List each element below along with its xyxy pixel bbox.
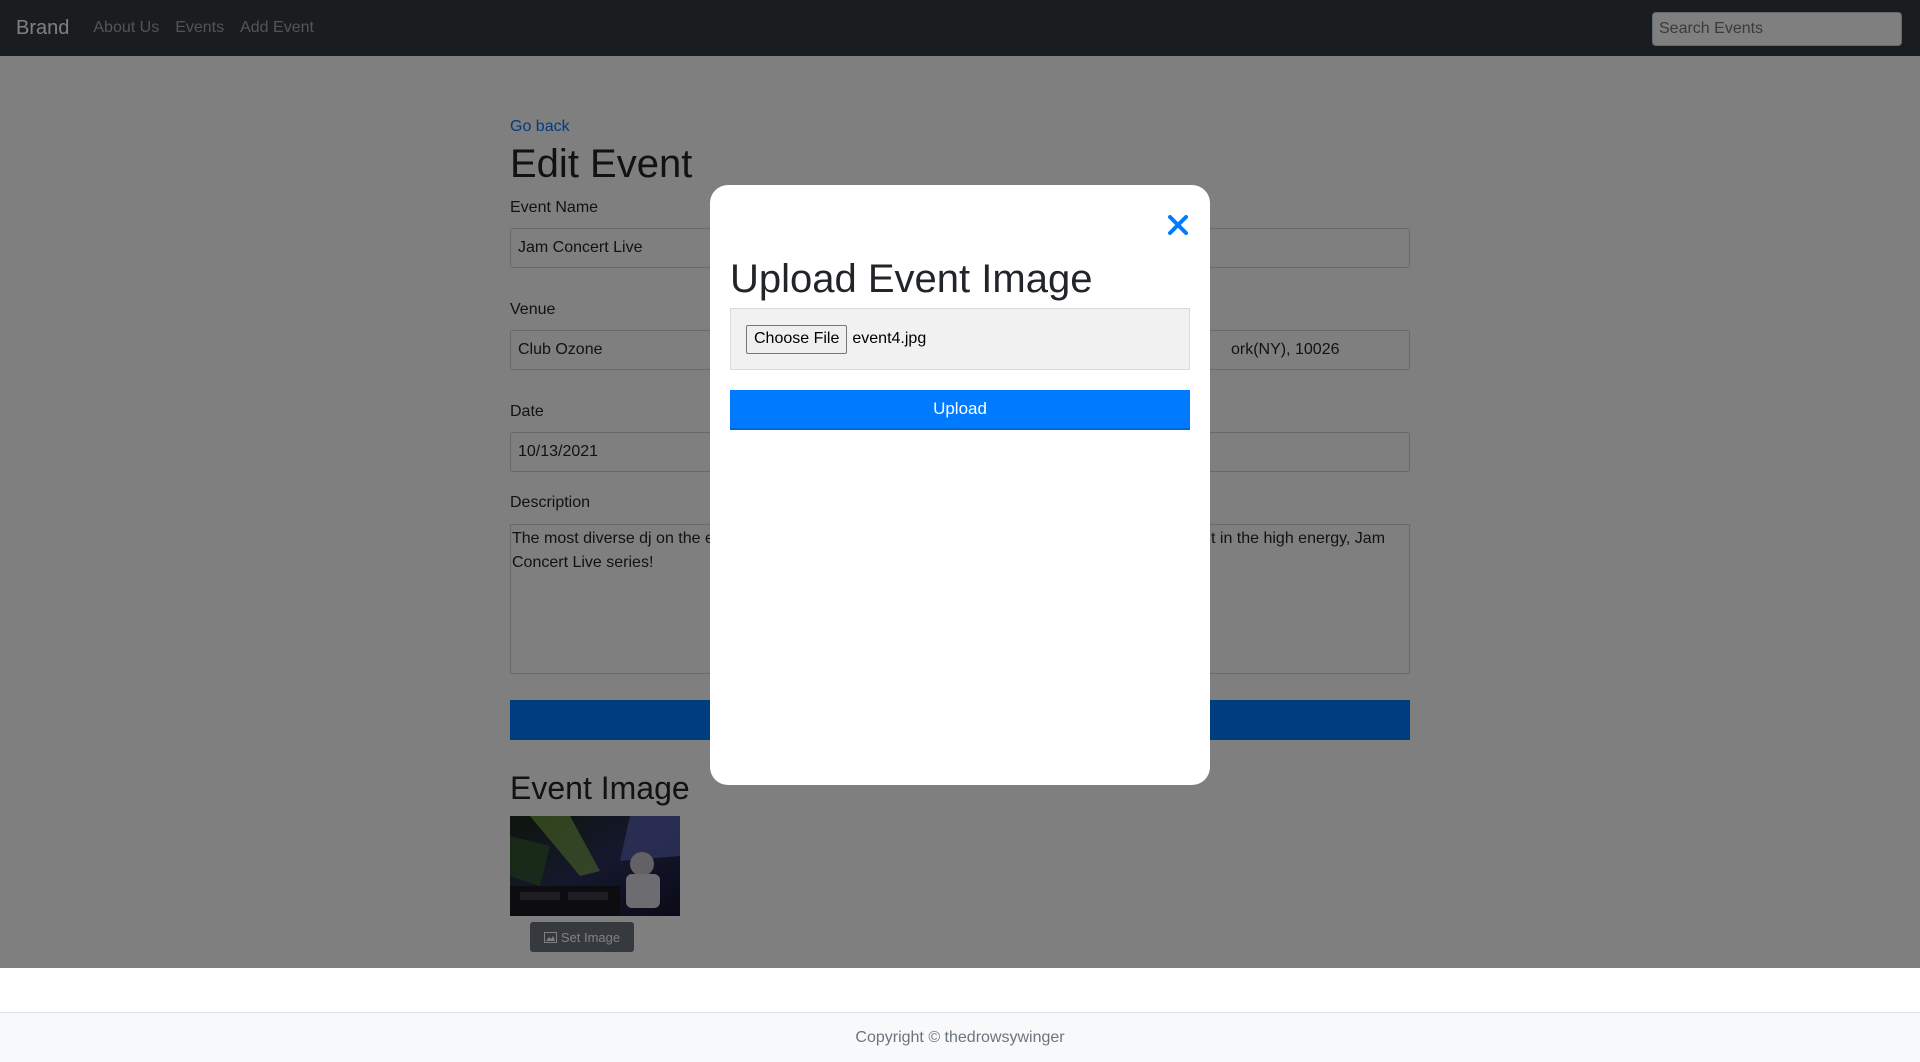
selected-file-name: event4.jpg: [852, 330, 927, 347]
file-input-container: Choose File event4.jpg: [730, 308, 1190, 370]
footer: Copyright © thedrowsywinger: [0, 1012, 1920, 1062]
upload-image-modal: Upload Event Image Choose File event4.jp…: [710, 185, 1210, 785]
copyright-text: Copyright © thedrowsywinger: [855, 1028, 1065, 1046]
close-icon[interactable]: [1166, 213, 1190, 237]
choose-file-button[interactable]: Choose File: [746, 324, 848, 354]
modal-title: Upload Event Image: [730, 257, 1093, 301]
upload-button[interactable]: Upload: [730, 390, 1190, 430]
